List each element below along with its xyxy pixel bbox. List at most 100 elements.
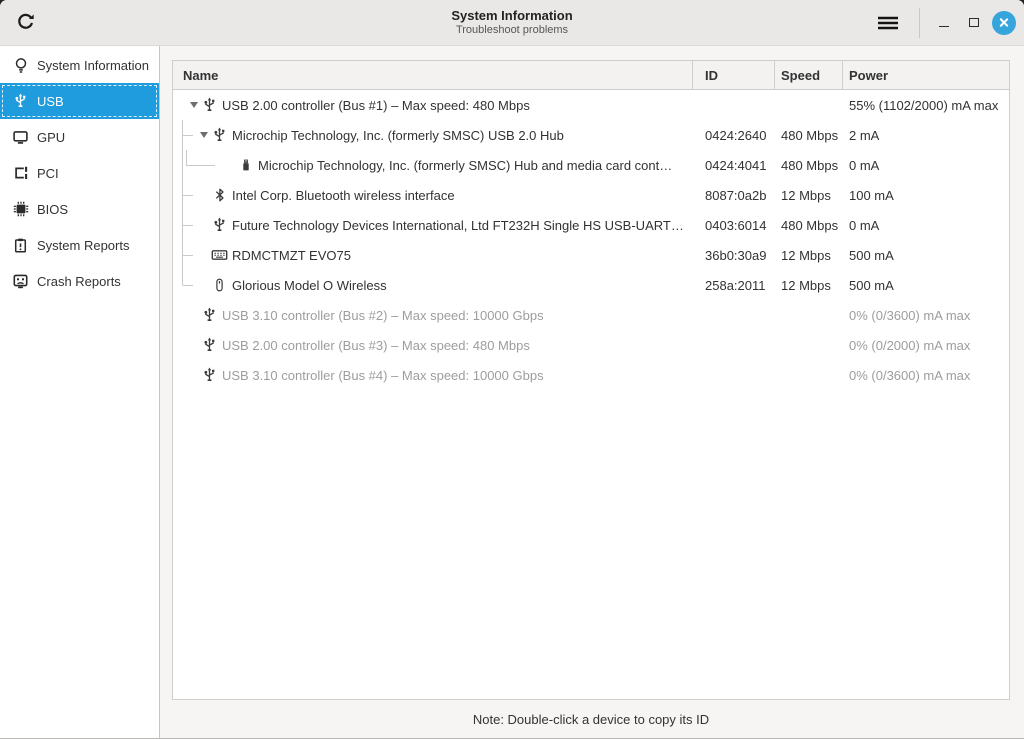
device-speed: 12 Mbps: [781, 277, 831, 293]
content-area: Name ID Speed Power USB 2.00 controller (Bu…: [160, 46, 1024, 738]
device-name: Microchip Technology, Inc. (formerly SMS…: [232, 127, 564, 143]
sidebar-item-label: USB: [37, 93, 64, 109]
pci-card-icon: [12, 165, 29, 182]
crash-face-icon: [12, 273, 29, 290]
device-name: Future Technology Devices International,…: [232, 217, 684, 233]
device-id: 0424:4041: [705, 157, 767, 173]
keyboard-icon: [211, 247, 228, 263]
device-id: 36b0:30a9: [705, 247, 767, 263]
device-speed: 480 Mbps: [781, 217, 839, 233]
chevron-down-icon: [189, 102, 198, 108]
sidebar-item-bios[interactable]: BIOS: [0, 191, 159, 227]
sidebar-item-label: GPU: [37, 129, 66, 145]
device-power: 0 mA: [849, 157, 880, 173]
lightbulb-icon: [12, 57, 29, 74]
device-name-cell: Intel Corp. Bluetooth wireless interface: [173, 187, 693, 203]
column-header-name[interactable]: Name: [173, 61, 693, 89]
device-row[interactable]: Glorious Model O Wireless 258a:2011 12 Mbp…: [173, 270, 1009, 300]
bluetooth-icon: [211, 187, 228, 203]
table-header: Name ID Speed Power: [173, 61, 1009, 90]
refresh-icon: [16, 13, 35, 32]
device-name-cell: RDMCTMZT EVO75: [173, 247, 693, 263]
expander-arrow[interactable]: [187, 102, 200, 108]
sidebar: System Information USB GPU PCI BIOS System Re…: [0, 46, 160, 738]
sidebar-item-pci[interactable]: PCI: [0, 155, 159, 191]
usb-icon: [12, 93, 29, 110]
device-id: 258a:2011: [705, 277, 766, 293]
device-power: 0% (0/3600) mA max: [849, 307, 971, 323]
column-header-power[interactable]: Power: [843, 61, 1009, 89]
device-name-cell: USB 2.00 controller (Bus #1) – Max speed…: [173, 97, 693, 113]
device-row[interactable]: Microchip Technology, Inc. (formerly SMS…: [173, 120, 1009, 150]
chevron-down-icon: [199, 132, 208, 138]
usb-icon: [211, 127, 228, 143]
device-name: Glorious Model O Wireless: [232, 277, 387, 293]
sidebar-item-crash-reports[interactable]: Crash Reports: [0, 263, 159, 299]
device-name: RDMCTMZT EVO75: [232, 247, 351, 263]
titlebar-controls: [868, 5, 1024, 41]
device-name-cell: Future Technology Devices International,…: [173, 217, 693, 233]
maximize-icon: [969, 18, 979, 27]
device-name-cell: Microchip Technology, Inc. (formerly SMS…: [173, 127, 693, 143]
sidebar-item-label: Crash Reports: [37, 273, 121, 289]
device-id: 0403:6014: [705, 217, 767, 233]
mouse-icon: [211, 277, 228, 293]
device-power: 100 mA: [849, 187, 894, 203]
sidebar-item-system-information[interactable]: System Information: [0, 47, 159, 83]
device-power: 500 mA: [849, 247, 894, 263]
usb-icon: [201, 307, 218, 323]
sidebar-item-label: PCI: [37, 165, 59, 181]
chip-icon: [12, 201, 29, 218]
device-name: USB 2.00 controller (Bus #3) – Max speed…: [222, 337, 530, 353]
device-name: Intel Corp. Bluetooth wireless interface: [232, 187, 455, 203]
close-icon: [999, 18, 1009, 28]
device-power: 0% (0/3600) mA max: [849, 367, 971, 383]
device-id: 0424:2640: [705, 127, 767, 143]
table-body: USB 2.00 controller (Bus #1) – Max speed…: [173, 90, 1009, 390]
device-power: 55% (1102/2000) mA max: [849, 97, 999, 113]
device-row[interactable]: USB 2.00 controller (Bus #3) – Max speed…: [173, 330, 1009, 360]
device-row[interactable]: USB 2.00 controller (Bus #1) – Max speed…: [173, 90, 1009, 120]
usb-icon: [201, 97, 218, 113]
usb-icon: [201, 367, 218, 383]
sidebar-item-gpu[interactable]: GPU: [0, 119, 159, 155]
titlebar-separator: [919, 7, 920, 38]
refresh-button[interactable]: [6, 4, 44, 42]
sidebar-item-label: System Reports: [37, 237, 130, 253]
column-header-id[interactable]: ID: [693, 61, 775, 89]
expander-arrow[interactable]: [197, 132, 210, 138]
device-row[interactable]: Microchip Technology, Inc. (formerly SMS…: [173, 150, 1009, 180]
device-name: USB 2.00 controller (Bus #1) – Max speed…: [222, 97, 530, 113]
menu-button[interactable]: [868, 5, 908, 41]
device-name: USB 3.10 controller (Bus #4) – Max speed…: [222, 367, 544, 383]
minimize-button[interactable]: [932, 11, 956, 35]
footer-note: Note: Double-click a device to copy its …: [472, 711, 710, 727]
device-id: 8087:0a2b: [705, 187, 767, 203]
sidebar-item-usb[interactable]: USB: [0, 83, 159, 119]
minimize-icon: [939, 26, 949, 27]
device-name: USB 3.10 controller (Bus #2) – Max speed…: [222, 307, 544, 323]
device-row[interactable]: RDMCTMZT EVO75 36b0:30a9 12 Mbps 500 mA: [173, 240, 1009, 270]
device-name-cell: USB 3.10 controller (Bus #2) – Max speed…: [173, 307, 693, 323]
sidebar-item-label: System Information: [37, 57, 149, 73]
device-speed: 480 Mbps: [781, 157, 839, 173]
device-row[interactable]: USB 3.10 controller (Bus #4) – Max speed…: [173, 360, 1009, 390]
window-title-block: System Information Troubleshoot problems: [451, 8, 572, 38]
device-power: 0 mA: [849, 217, 880, 233]
device-row[interactable]: USB 3.10 controller (Bus #2) – Max speed…: [173, 300, 1009, 330]
device-power: 2 mA: [849, 127, 880, 143]
sidebar-item-label: BIOS: [37, 201, 69, 217]
device-name-cell: Glorious Model O Wireless: [173, 277, 693, 293]
titlebar: System Information Troubleshoot problems: [0, 0, 1024, 46]
device-row[interactable]: Future Technology Devices International,…: [173, 210, 1009, 240]
app-window: System Information Troubleshoot problems…: [0, 0, 1024, 739]
usb-icon: [201, 337, 218, 353]
maximize-button[interactable]: [962, 11, 986, 35]
memory-stick-icon: [237, 157, 254, 173]
window-title: System Information: [451, 7, 573, 23]
column-header-speed[interactable]: Speed: [775, 61, 843, 89]
device-speed: 12 Mbps: [781, 247, 831, 263]
sidebar-item-system-reports[interactable]: System Reports: [0, 227, 159, 263]
close-button[interactable]: [992, 10, 1016, 35]
device-row[interactable]: Intel Corp. Bluetooth wireless interface…: [173, 180, 1009, 210]
